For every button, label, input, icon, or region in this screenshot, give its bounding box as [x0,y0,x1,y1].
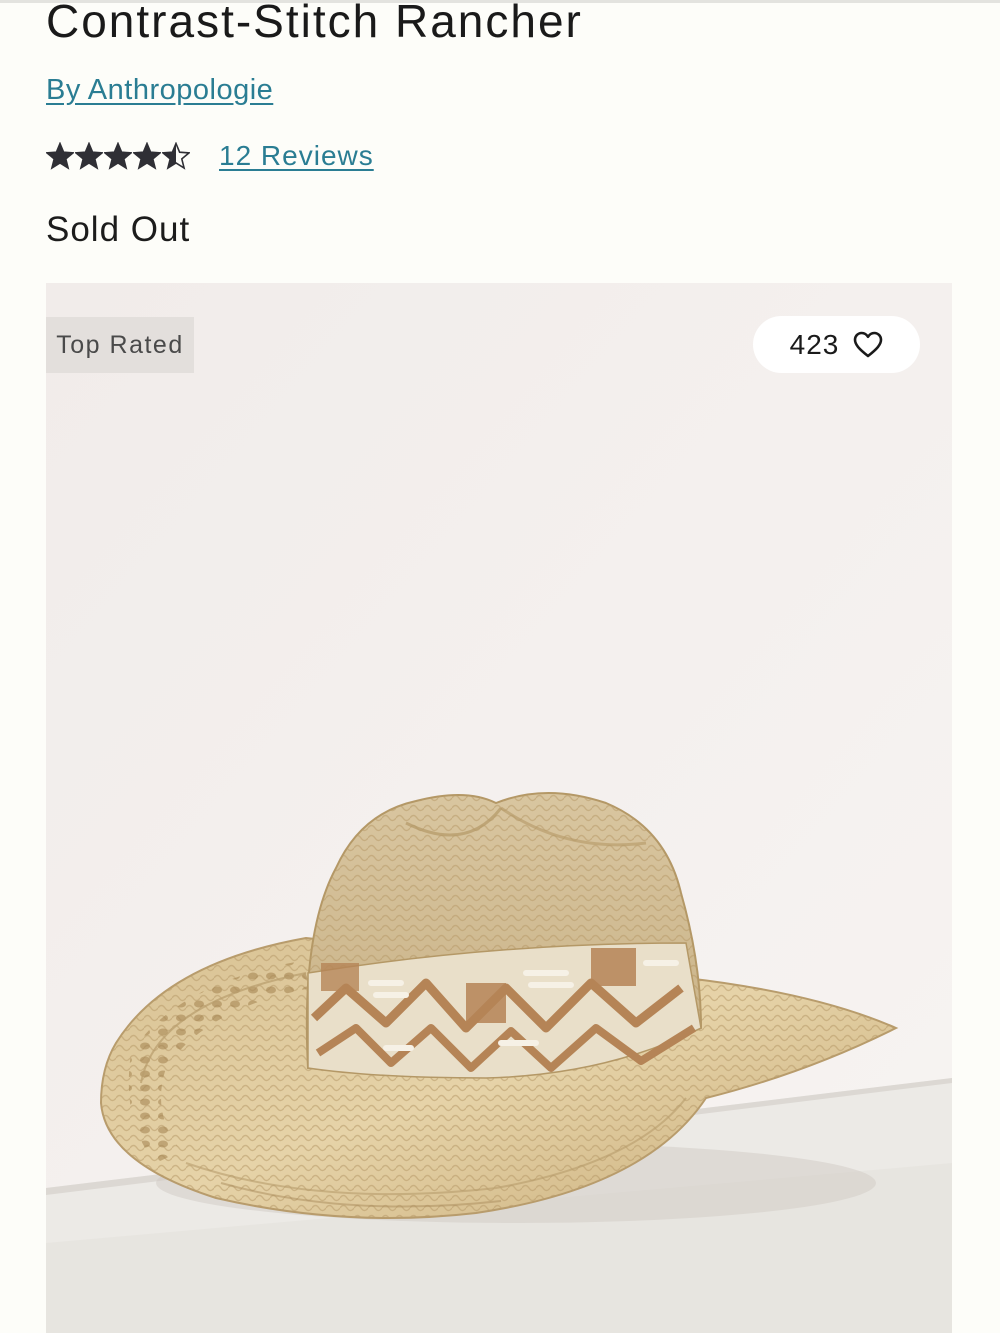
top-rated-badge: Top Rated [46,317,194,373]
star-icon [75,142,103,170]
brand-link[interactable]: By Anthropologie [46,74,273,107]
star-icon [133,142,161,170]
star-icon [104,142,132,170]
reviews-link[interactable]: 12 Reviews [219,140,374,172]
product-image[interactable]: Top Rated 423 [46,283,952,1333]
favorite-button[interactable]: 423 [753,316,920,373]
rating-row: 12 Reviews [46,138,374,174]
favorite-count: 423 [789,328,840,360]
hat-photo [46,283,952,1333]
product-title: Contrast-Stitch Rancher [46,0,583,47]
stock-status: Sold Out [46,210,191,249]
heart-outline-icon [853,331,883,359]
star-icon [162,142,190,170]
star-rating [46,138,191,174]
star-icon [46,142,74,170]
product-page: Contrast-Stitch Rancher By Anthropologie… [0,0,1000,1333]
